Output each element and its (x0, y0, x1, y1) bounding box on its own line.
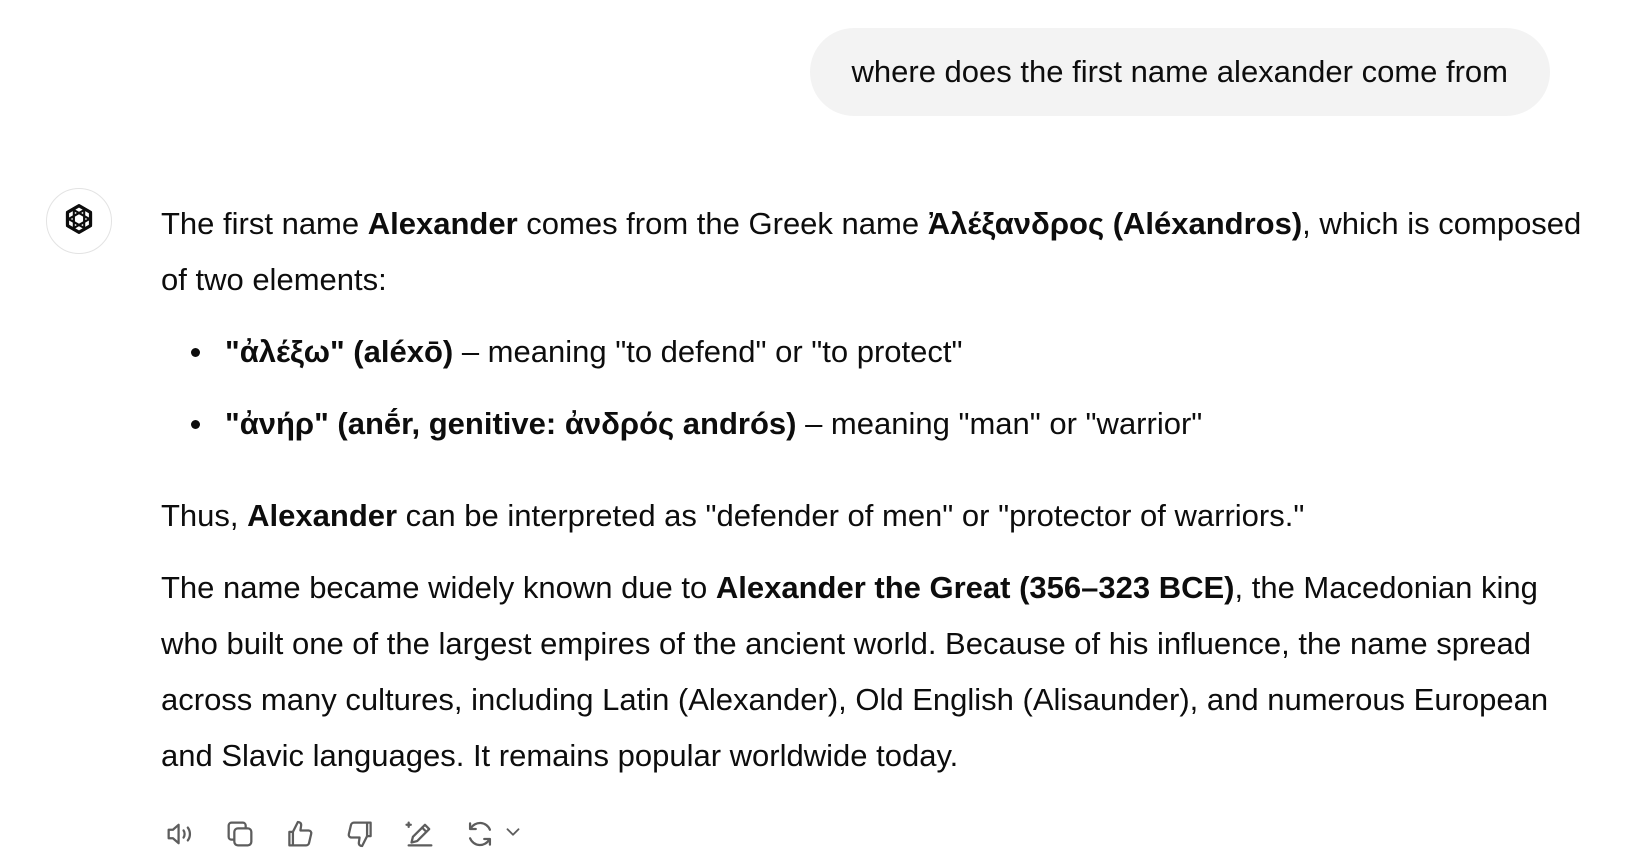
openai-logo-icon (60, 200, 98, 243)
thumbs-down-icon (343, 817, 377, 851)
intro-bold-name: Alexander (367, 206, 518, 241)
user-message-bubble: where does the first name alexander come… (809, 28, 1550, 116)
intro-paragraph: The first name Alexander comes from the … (161, 196, 1601, 308)
thumbs-down-button[interactable] (340, 814, 380, 854)
edit-in-canvas-icon (403, 817, 437, 851)
interpretation-paragraph: Thus, Alexander can be interpreted as "d… (161, 488, 1601, 544)
edit-in-canvas-button[interactable] (400, 814, 440, 854)
interpretation-text: can be interpreted as "defender of men" … (397, 498, 1305, 533)
element-term: "ἀλέξω" (aléxō) (225, 334, 454, 369)
intro-text: The first name (161, 206, 368, 241)
element-meaning: – meaning "man" or "warrior" (796, 406, 1203, 441)
elements-list: "ἀλέξω" (aléxō) – meaning "to defend" or… (161, 324, 1601, 452)
interpretation-text: Thus, (161, 498, 248, 533)
assistant-avatar (46, 188, 112, 254)
user-message-row: where does the first name alexander come… (809, 28, 1550, 116)
history-bold-name: Alexander the Great (356–323 BCE) (715, 570, 1235, 605)
list-item: "ἀνήρ" (anḗr, genitive: ἀνδρός andrós) –… (191, 396, 1601, 452)
thumbs-up-icon (283, 817, 317, 851)
element-term: "ἀνήρ" (anḗr, genitive: ἀνδρός andrós) (225, 406, 797, 441)
assistant-message: The first name Alexander comes from the … (161, 196, 1601, 784)
copy-icon (223, 817, 257, 851)
intro-text: comes from the Greek name (517, 206, 928, 241)
read-aloud-icon (163, 817, 197, 851)
list-item: "ἀλέξω" (aléxō) – meaning "to defend" or… (191, 324, 1601, 380)
message-actions-toolbar (160, 814, 524, 854)
interpretation-bold-name: Alexander (247, 498, 398, 533)
thumbs-up-button[interactable] (280, 814, 320, 854)
history-paragraph: The name became widely known due to Alex… (161, 560, 1601, 784)
element-meaning: – meaning "to defend" or "to protect" (453, 334, 963, 369)
intro-bold-greek: Ἀλέξανδρος (Aléxandros) (927, 206, 1303, 241)
copy-button[interactable] (220, 814, 260, 854)
regenerate-button[interactable] (460, 814, 524, 854)
regenerate-icon (460, 814, 500, 854)
history-text: The name became widely known due to (161, 570, 716, 605)
read-aloud-button[interactable] (160, 814, 200, 854)
chat-page: where does the first name alexander come… (0, 0, 1640, 864)
chevron-down-icon (502, 821, 524, 848)
